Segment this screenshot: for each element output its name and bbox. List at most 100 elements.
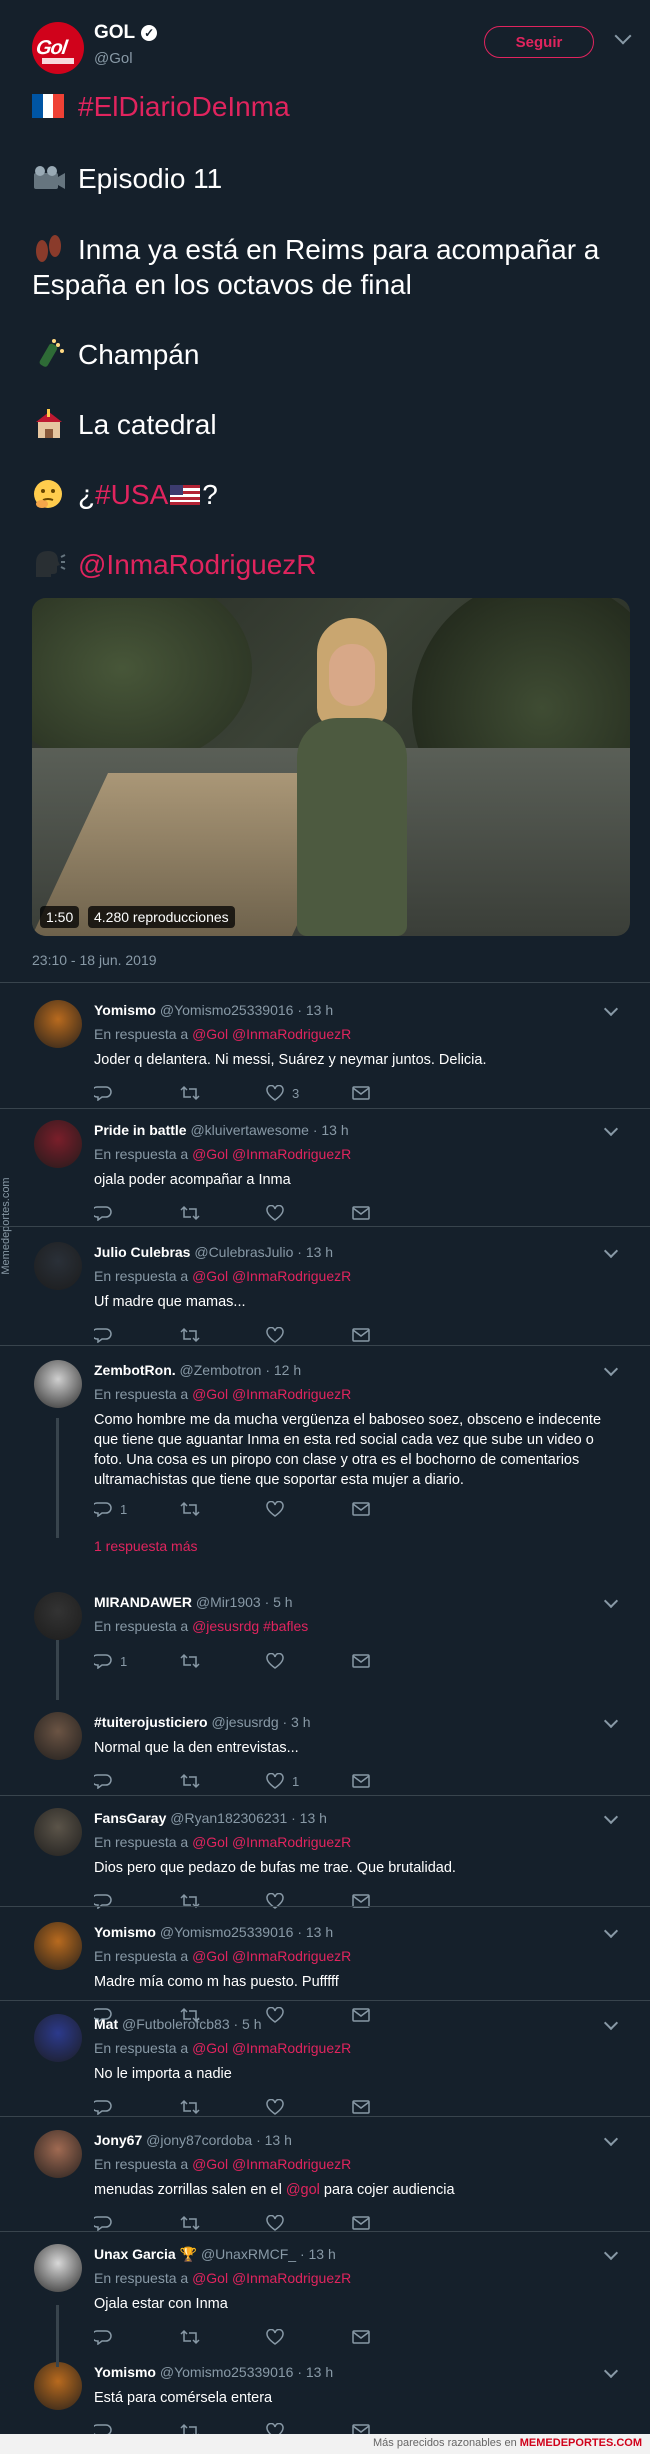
reply-to-link[interactable]: @Gol @InmaRodriguezR: [192, 2040, 351, 2056]
reply-author[interactable]: FansGaray: [94, 1810, 166, 1826]
avatar[interactable]: [34, 2244, 82, 2292]
direct-message-button[interactable]: [352, 1772, 412, 1792]
reply-author[interactable]: Yomismo: [94, 1924, 156, 1940]
avatar[interactable]: [34, 1922, 82, 1970]
avatar[interactable]: [34, 1592, 82, 1640]
reply-handle[interactable]: @Mir1903 · 5 h: [196, 1594, 293, 1610]
account-name[interactable]: GOL ✓: [94, 22, 158, 44]
reply-tweet[interactable]: Yomismo @Yomismo25339016 · 13 h En respue…: [0, 1910, 650, 2023]
reply-button[interactable]: [94, 2098, 154, 2118]
retweet-button[interactable]: [180, 1084, 240, 1104]
retweet-button[interactable]: [180, 1652, 240, 1672]
avatar[interactable]: [34, 1808, 82, 1856]
direct-message-button[interactable]: [352, 1204, 412, 1224]
account-handle[interactable]: @Gol: [94, 50, 133, 67]
reply-to-link[interactable]: @Gol @InmaRodriguezR: [192, 1386, 351, 1402]
reply-handle[interactable]: @Yomismo25339016 · 13 h: [160, 2364, 333, 2380]
chevron-down-icon[interactable]: [603, 1361, 619, 1377]
mention-link[interactable]: @gol: [286, 2182, 320, 2198]
reply-author[interactable]: Yomismo: [94, 2364, 156, 2380]
reply-author[interactable]: Mat: [94, 2016, 118, 2032]
reply-tweet[interactable]: Pride in battle @kluivertawesome · 13 h E…: [0, 1108, 650, 1226]
direct-message-button[interactable]: [352, 1652, 412, 1672]
like-button[interactable]: [266, 2098, 326, 2118]
retweet-button[interactable]: [180, 1204, 240, 1224]
reply-button[interactable]: [94, 1772, 154, 1792]
reply-button[interactable]: [94, 1892, 154, 1912]
reply-tweet[interactable]: #tuiterojusticiero @jesusrdg · 3 h Normal…: [0, 1700, 650, 1795]
reply-author[interactable]: Pride in battle: [94, 1122, 187, 1138]
gol-avatar[interactable]: Gol: [32, 22, 84, 74]
chevron-down-icon[interactable]: [603, 2015, 619, 2031]
direct-message-button[interactable]: [352, 1892, 412, 1912]
tweet-timestamp[interactable]: 23:10 - 18 jun. 2019: [32, 952, 157, 968]
more-replies-link[interactable]: 1 respuesta más: [94, 1538, 198, 1554]
reply-author[interactable]: Unax Garcia: [94, 2246, 176, 2262]
reply-author[interactable]: MIRANDAWER: [94, 1594, 192, 1610]
like-button[interactable]: [266, 1500, 326, 1520]
reply-author[interactable]: Julio Culebras: [94, 1244, 190, 1260]
reply-to-link[interactable]: @Gol @InmaRodriguezR: [192, 2270, 351, 2286]
like-button[interactable]: 1: [266, 1772, 326, 1792]
follow-button[interactable]: Seguir: [484, 26, 594, 58]
video-player[interactable]: 1:50 4.280 reproducciones: [32, 598, 630, 936]
retweet-button[interactable]: [180, 2328, 240, 2348]
hashtag-link[interactable]: #ElDiarioDeInma: [78, 91, 290, 122]
chevron-down-icon[interactable]: [603, 1593, 619, 1609]
chevron-down-icon[interactable]: [603, 2131, 619, 2147]
like-button[interactable]: [266, 1204, 326, 1224]
reply-tweet[interactable]: Yomismo @Yomismo25339016 · 13 h En respue…: [0, 988, 650, 1108]
chevron-down-icon[interactable]: [614, 27, 632, 45]
retweet-button[interactable]: [180, 2098, 240, 2118]
reply-tweet[interactable]: FansGaray @Ryan182306231 · 13 h En respue…: [0, 1796, 650, 1909]
reply-button[interactable]: 1: [94, 1652, 154, 1672]
reply-button[interactable]: 1: [94, 1500, 154, 1520]
like-button[interactable]: [266, 2328, 326, 2348]
reply-handle[interactable]: @jesusrdg · 3 h: [211, 1714, 310, 1730]
reply-to-link[interactable]: @Gol @InmaRodriguezR: [192, 1026, 351, 1042]
reply-to-link[interactable]: @Gol @InmaRodriguezR: [192, 1948, 351, 1964]
reply-handle[interactable]: @Futbolerofcb83 · 5 h: [122, 2016, 262, 2032]
usa-hashtag-link[interactable]: #USA: [95, 479, 168, 510]
reply-tweet[interactable]: ZembotRon. @Zembotron · 12 h En respuesta…: [0, 1348, 650, 1570]
like-button[interactable]: [266, 1892, 326, 1912]
reply-to-link[interactable]: @Gol @InmaRodriguezR: [192, 1268, 351, 1284]
retweet-button[interactable]: [180, 1500, 240, 1520]
avatar[interactable]: [34, 1360, 82, 1408]
chevron-down-icon[interactable]: [603, 1243, 619, 1259]
reply-to-link[interactable]: @Gol @InmaRodriguezR: [192, 1146, 351, 1162]
reply-button[interactable]: [94, 1084, 154, 1104]
reply-handle[interactable]: @Zembotron · 12 h: [180, 1362, 302, 1378]
avatar[interactable]: [34, 1242, 82, 1290]
reply-button[interactable]: [94, 1326, 154, 1346]
reply-handle[interactable]: @Yomismo25339016 · 13 h: [160, 1002, 333, 1018]
reply-tweet[interactable]: Jony67 @jony87cordoba · 13 h En respuesta…: [0, 2118, 650, 2231]
direct-message-button[interactable]: [352, 2098, 412, 2118]
direct-message-button[interactable]: [352, 1084, 412, 1104]
avatar[interactable]: [34, 1120, 82, 1168]
reply-tweet[interactable]: MIRANDAWER @Mir1903 · 5 h En respuesta a …: [0, 1580, 650, 1690]
reply-button[interactable]: [94, 1204, 154, 1224]
reply-tweet[interactable]: Yomismo @Yomismo25339016 · 13 h Está para…: [0, 2350, 650, 2439]
reply-to-link[interactable]: @Gol @InmaRodriguezR: [192, 1834, 351, 1850]
chevron-down-icon[interactable]: [603, 1121, 619, 1137]
reply-handle[interactable]: @jony87cordoba · 13 h: [146, 2132, 292, 2148]
avatar[interactable]: [34, 2014, 82, 2062]
chevron-down-icon[interactable]: [603, 1923, 619, 1939]
reply-author[interactable]: ZembotRon.: [94, 1362, 176, 1378]
chevron-down-icon[interactable]: [603, 1809, 619, 1825]
chevron-down-icon[interactable]: [603, 2245, 619, 2261]
reply-handle[interactable]: @Yomismo25339016 · 13 h: [160, 1924, 333, 1940]
direct-message-button[interactable]: [352, 1326, 412, 1346]
retweet-button[interactable]: [180, 1892, 240, 1912]
reply-handle[interactable]: @kluivertawesome · 13 h: [190, 1122, 348, 1138]
avatar[interactable]: [34, 2130, 82, 2178]
reply-button[interactable]: [94, 2328, 154, 2348]
reply-author[interactable]: #tuiterojusticiero: [94, 1714, 208, 1730]
reply-to-link[interactable]: @Gol @InmaRodriguezR: [192, 2156, 351, 2172]
reply-handle[interactable]: @CulebrasJulio · 13 h: [194, 1244, 333, 1260]
chevron-down-icon[interactable]: [603, 2363, 619, 2379]
chevron-down-icon[interactable]: [603, 1001, 619, 1017]
retweet-button[interactable]: [180, 1326, 240, 1346]
retweet-button[interactable]: [180, 1772, 240, 1792]
